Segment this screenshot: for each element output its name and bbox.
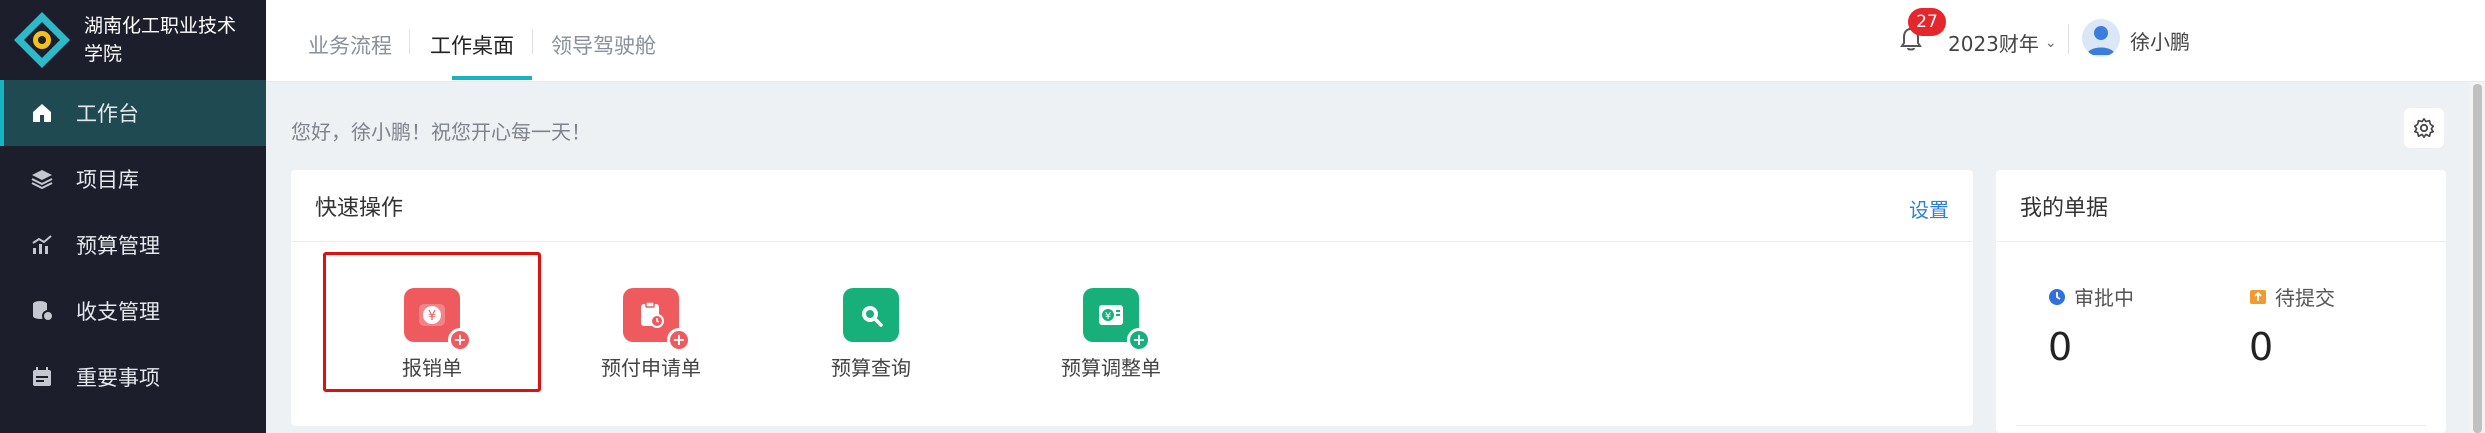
sidebar-item-label: 重要事项 — [76, 366, 160, 390]
fiscal-year-dropdown[interactable]: 2023财年 ⌄ — [1948, 28, 2057, 57]
my-documents-card: 我的单据 审批中 0 待提交 0 — [1996, 170, 2446, 433]
sidebar-item-label: 收支管理 — [76, 300, 160, 324]
reimbursement-icon: ¥ + — [404, 288, 472, 352]
sidebar-item-workbench[interactable]: 工作台 — [0, 80, 266, 146]
active-tab-indicator — [452, 76, 532, 80]
scrollbar-thumb[interactable] — [2473, 84, 2482, 433]
stat-label: 审批中 — [2074, 286, 2134, 310]
calendar-icon — [28, 363, 56, 391]
stat-label-row: 审批中 — [2048, 282, 2134, 311]
stat-label: 待提交 — [2275, 286, 2335, 310]
gear-icon — [2414, 118, 2434, 138]
tab-divider — [409, 30, 410, 54]
coins-icon — [28, 297, 56, 325]
plus-icon: + — [448, 328, 472, 352]
stat-in-approval[interactable]: 审批中 0 — [2048, 282, 2134, 369]
top-bar: 业务流程 工作桌面 领导驾驶舱 27 2023财年 ⌄ 徐小鹏 — [266, 0, 2485, 82]
sidebar-item-label: 工作台 — [76, 102, 139, 126]
tab-leader-cockpit[interactable]: 领导驾驶舱 — [551, 30, 656, 60]
budget-adjust-icon: ¥ + — [1083, 288, 1151, 352]
clock-icon — [2049, 288, 2065, 305]
tab-work-desktop[interactable]: 工作桌面 — [430, 30, 514, 60]
notification-badge: 27 — [1908, 8, 1946, 36]
quick-actions-settings-link[interactable]: 设置 — [1909, 194, 1949, 223]
divider — [2016, 425, 2426, 426]
plus-icon: + — [667, 328, 691, 352]
quick-item-reimbursement[interactable]: ¥ + 报销单 — [342, 288, 522, 381]
svg-text:¥: ¥ — [1105, 311, 1111, 322]
sidebar-item-label: 预算管理 — [76, 234, 160, 258]
home-icon — [28, 99, 56, 127]
budget-query-icon — [843, 288, 899, 342]
quick-item-budget-query[interactable]: 预算查询 — [781, 288, 961, 381]
sidebar-item-income-expense[interactable]: 收支管理 — [0, 278, 266, 344]
quick-actions-card: 快速操作 设置 ¥ + 报销单 + 预付申请单 预算查询 ¥ + 预算调整单 — [291, 170, 1973, 426]
quick-actions-title: 快速操作 — [315, 195, 404, 221]
prepayment-icon: + — [623, 288, 691, 352]
topbar-divider — [2068, 24, 2069, 54]
tab-divider — [532, 30, 533, 54]
plus-icon: + — [1127, 328, 1151, 352]
quick-item-label: 报销单 — [402, 356, 462, 380]
sidebar-item-project-library[interactable]: 项目库 — [0, 146, 266, 212]
svg-text:¥: ¥ — [428, 309, 436, 324]
avatar[interactable] — [2082, 19, 2120, 57]
my-documents-header: 我的单据 — [1996, 170, 2446, 242]
my-documents-title: 我的单据 — [2020, 195, 2109, 221]
greeting-text: 您好，徐小鹏！祝您开心每一天！ — [291, 120, 591, 144]
quick-actions-header: 快速操作 设置 — [291, 170, 1973, 242]
stat-label-row: 待提交 — [2249, 282, 2335, 311]
layers-icon — [28, 165, 56, 193]
chevron-down-icon: ⌄ — [2044, 34, 2057, 51]
school-name: 湖南化工职业技术学院 — [84, 15, 237, 65]
quick-item-label: 预付申请单 — [601, 356, 701, 380]
sidebar-item-budget-management[interactable]: 预算管理 — [0, 212, 266, 278]
fiscal-year-label: 2023财年 — [1948, 32, 2039, 56]
user-icon — [2087, 26, 2115, 55]
quick-item-budget-adjust[interactable]: ¥ + 预算调整单 — [1021, 288, 1201, 381]
sidebar-item-label: 项目库 — [76, 168, 139, 192]
stat-value: 0 — [2048, 325, 2073, 369]
quick-item-label: 预算调整单 — [1061, 356, 1161, 380]
quick-item-prepayment[interactable]: + 预付申请单 — [561, 288, 741, 381]
sidebar: 湖南化工职业技术学院 工作台 项目库 预算管理 收支管理 重要事项 — [0, 0, 266, 433]
username[interactable]: 徐小鹏 — [2130, 26, 2190, 55]
school-logo-icon — [14, 12, 70, 68]
quick-item-label: 预算查询 — [831, 356, 911, 380]
chart-icon — [28, 231, 56, 259]
upload-icon — [2250, 289, 2266, 304]
brand: 湖南化工职业技术学院 — [0, 0, 266, 80]
tab-business-process[interactable]: 业务流程 — [308, 30, 392, 60]
settings-button[interactable] — [2404, 108, 2444, 148]
stat-pending-submit[interactable]: 待提交 0 — [2249, 282, 2335, 369]
sidebar-item-important-matters[interactable]: 重要事项 — [0, 344, 266, 410]
stat-value: 0 — [2249, 325, 2274, 369]
